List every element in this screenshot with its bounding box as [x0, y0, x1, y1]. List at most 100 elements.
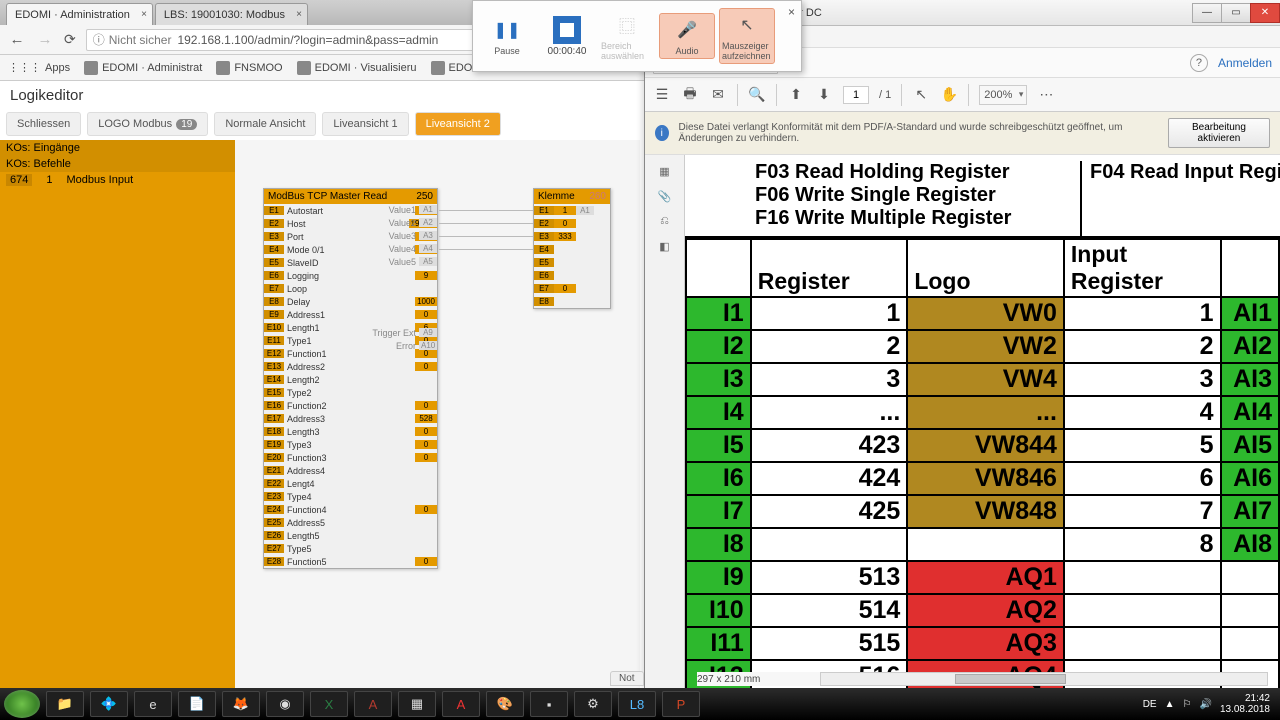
- hand-icon[interactable]: ✋: [940, 86, 958, 104]
- tray-icon[interactable]: ▲: [1165, 699, 1175, 710]
- close-button[interactable]: Schliessen: [6, 112, 81, 136]
- node-input[interactable]: E17Address3528: [264, 412, 437, 425]
- node-input[interactable]: E26Length5: [264, 529, 437, 542]
- signin-link[interactable]: Anmelden: [1218, 56, 1272, 70]
- teams-icon[interactable]: 💠: [90, 691, 128, 717]
- node-input[interactable]: E18Length30: [264, 425, 437, 438]
- node-input[interactable]: E21Address4: [264, 464, 437, 477]
- node-row[interactable]: E5: [534, 256, 610, 269]
- help-icon[interactable]: ?: [1190, 54, 1208, 72]
- bookmark-item[interactable]: EDOMI · Visualisieru: [297, 61, 417, 75]
- ie-icon[interactable]: e: [134, 691, 172, 717]
- chrome-tab-1[interactable]: EDOMI · Administration×: [6, 3, 153, 25]
- zoom-select[interactable]: 200%: [979, 85, 1027, 105]
- node-input[interactable]: E14Length2: [264, 373, 437, 386]
- back-button[interactable]: ←: [8, 31, 26, 48]
- sidebar-icon[interactable]: ☰: [653, 86, 671, 104]
- node-output[interactable]: Value3A3: [369, 229, 437, 242]
- reload-button[interactable]: ⟳: [64, 31, 76, 48]
- node-output[interactable]: Value5A5: [369, 255, 437, 268]
- footer-tab[interactable]: Not: [610, 671, 644, 686]
- node-input[interactable]: E15Type2: [264, 386, 437, 399]
- chrome-tab-2[interactable]: LBS: 19001030: Modbus×: [155, 3, 308, 25]
- tab-live1[interactable]: Liveansicht 1: [322, 112, 408, 136]
- node-input[interactable]: E28Function50: [264, 555, 437, 568]
- volume-icon[interactable]: 🔊: [1199, 699, 1211, 710]
- node-input[interactable]: E25Address5: [264, 516, 437, 529]
- page-up-icon[interactable]: ⬆: [787, 86, 805, 104]
- logo-icon[interactable]: L8: [618, 691, 656, 717]
- app-icon[interactable]: ⚙: [574, 691, 612, 717]
- forward-button[interactable]: →: [36, 31, 54, 48]
- node-row[interactable]: E3333: [534, 230, 610, 243]
- screen-recorder-toolbar[interactable]: ❚❚ Pause 00:00:40 ⿴ Bereich auswählen 🎤 …: [472, 0, 802, 72]
- select-icon[interactable]: ↖: [912, 86, 930, 104]
- stop-button[interactable]: 00:00:40: [539, 14, 595, 59]
- close-button[interactable]: ✕: [1250, 3, 1280, 23]
- tab-live2[interactable]: Liveansicht 2: [415, 112, 501, 136]
- node-output[interactable]: Trigger ExtA9: [369, 326, 437, 339]
- lang-indicator[interactable]: DE: [1143, 699, 1157, 710]
- node-output[interactable]: ErrorA10: [369, 339, 437, 352]
- node-output[interactable]: Value4A4: [369, 242, 437, 255]
- tab-logo[interactable]: LOGO Modbus19: [87, 112, 208, 136]
- node-input[interactable]: E20Function30: [264, 451, 437, 464]
- tab-normal[interactable]: Normale Ansicht: [214, 112, 316, 136]
- enable-editing-button[interactable]: Bearbeitung aktivieren: [1168, 118, 1270, 148]
- pause-button[interactable]: ❚❚ Pause: [479, 14, 535, 58]
- thumbnails-icon[interactable]: ▦: [659, 165, 669, 178]
- node-row[interactable]: E70: [534, 282, 610, 295]
- node-row[interactable]: E11A1: [534, 204, 610, 217]
- minimize-button[interactable]: —: [1192, 3, 1222, 23]
- clock[interactable]: 21:42 13.08.2018: [1220, 693, 1270, 715]
- page-input[interactable]: [843, 86, 869, 104]
- putty-icon[interactable]: ▦: [398, 691, 436, 717]
- ko-row[interactable]: 674 1 Modbus Input: [0, 172, 235, 188]
- node-input[interactable]: E22Lengt4: [264, 477, 437, 490]
- powerpoint-icon[interactable]: P: [662, 691, 700, 717]
- node-input[interactable]: E16Function20: [264, 399, 437, 412]
- close-icon[interactable]: ×: [296, 9, 302, 20]
- attachments-icon[interactable]: 📎: [658, 190, 672, 203]
- node-row[interactable]: E4: [534, 243, 610, 256]
- node-row[interactable]: E8: [534, 295, 610, 308]
- layers-icon[interactable]: ◧: [659, 240, 669, 253]
- node-klemme[interactable]: Klemme260 E11A1E20E3333E4E5E6E70E8: [533, 188, 611, 309]
- notepad-icon[interactable]: 📄: [178, 691, 216, 717]
- node-row[interactable]: E20: [534, 217, 610, 230]
- search-icon[interactable]: 🔍: [748, 86, 766, 104]
- node-row[interactable]: E6: [534, 269, 610, 282]
- explorer-icon[interactable]: 📁: [46, 691, 84, 717]
- excel-icon[interactable]: X: [310, 691, 348, 717]
- audio-button[interactable]: 🎤 Audio: [659, 13, 715, 59]
- network-icon[interactable]: ⚐: [1183, 699, 1192, 710]
- print-icon[interactable]: 🖶: [681, 86, 699, 104]
- firefox-icon[interactable]: 🦊: [222, 691, 260, 717]
- mail-icon[interactable]: ✉: [709, 86, 727, 104]
- cmd-icon[interactable]: ▪: [530, 691, 568, 717]
- node-output[interactable]: Value1A1: [369, 203, 437, 216]
- pdf-viewport[interactable]: F03 Read Holding Register F06 Write Sing…: [685, 155, 1280, 688]
- logic-canvas[interactable]: ModBus TCP Master Read250 E1Autostart1E2…: [235, 140, 640, 691]
- page-down-icon[interactable]: ⬇: [815, 86, 833, 104]
- chrome-icon[interactable]: ◉: [266, 691, 304, 717]
- maximize-button[interactable]: ▭: [1221, 3, 1251, 23]
- bookmark-item[interactable]: FNSMOO: [216, 61, 282, 75]
- node-input[interactable]: E27Type5: [264, 542, 437, 555]
- paint-icon[interactable]: 🎨: [486, 691, 524, 717]
- node-input[interactable]: E13Address20: [264, 360, 437, 373]
- node-input[interactable]: E19Type30: [264, 438, 437, 451]
- cursor-button[interactable]: ↖ Mauszeiger aufzeichnen: [719, 8, 775, 64]
- node-input[interactable]: E24Function40: [264, 503, 437, 516]
- close-icon[interactable]: ×: [788, 5, 795, 19]
- close-icon[interactable]: ×: [141, 9, 147, 20]
- more-icon[interactable]: ⋯: [1037, 86, 1055, 104]
- node-output[interactable]: Value2A2: [369, 216, 437, 229]
- acrobat-icon[interactable]: A: [442, 691, 480, 717]
- system-tray[interactable]: DE ▲ ⚐ 🔊 21:42 13.08.2018: [1143, 693, 1276, 715]
- access-icon[interactable]: A: [354, 691, 392, 717]
- bookmarks-icon[interactable]: ⎌: [660, 215, 669, 228]
- bookmark-item[interactable]: EDOMI · Administrat: [84, 61, 202, 75]
- node-modbus-read[interactable]: ModBus TCP Master Read250 E1Autostart1E2…: [263, 188, 438, 569]
- start-button[interactable]: [4, 690, 40, 718]
